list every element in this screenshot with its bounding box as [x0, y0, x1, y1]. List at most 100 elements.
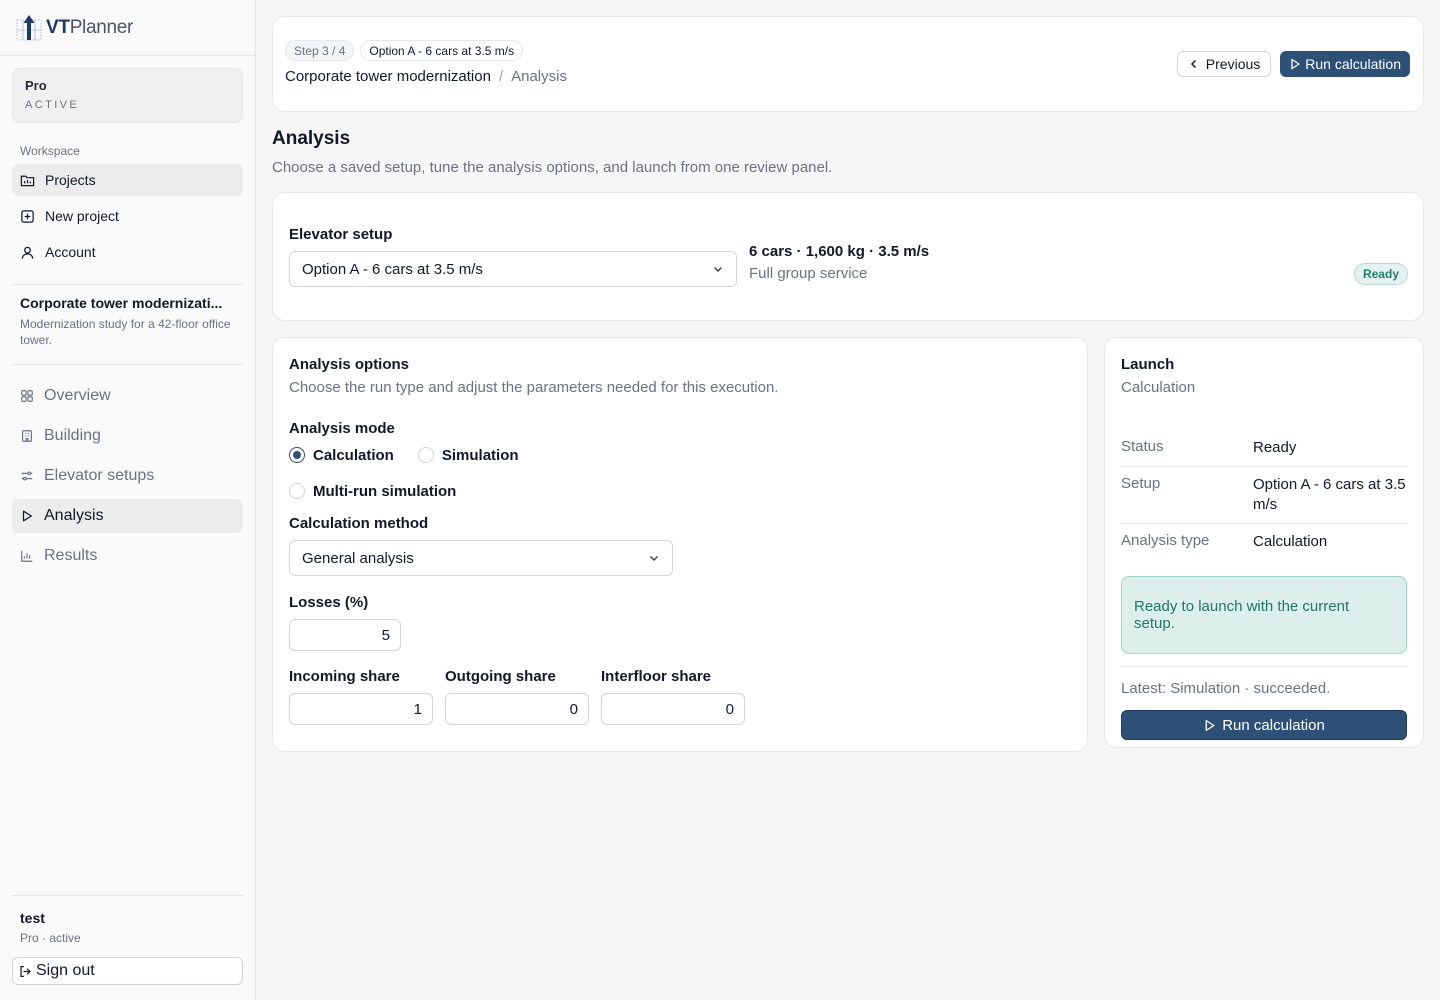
sidebar-item-results[interactable]: Results: [12, 539, 243, 573]
sidebar-item-label: Elevator setups: [44, 467, 155, 484]
summary-row-setup: Setup Option A - 6 cars at 3.5 m/s: [1121, 467, 1407, 524]
logo-vt: VT: [46, 16, 70, 38]
setup-info: 6 cars · 1,600 kg · 3.5 m/s Full group s…: [749, 243, 929, 282]
analysis-options-subtitle: Choose the run type and adjust the param…: [289, 379, 779, 396]
sidebar-item-elevator-setups[interactable]: Elevator setups: [12, 459, 243, 493]
analysis-options-card: Analysis options Choose the run type and…: [272, 337, 1088, 752]
losses-label: Losses (%): [289, 594, 369, 611]
workspace-section-title: Workspace: [20, 144, 80, 158]
grid-icon: [21, 390, 33, 402]
radio-label: Multi-run simulation: [313, 482, 457, 500]
interfloor-share-field: Interfloor share: [601, 668, 745, 725]
plan-name: Pro: [25, 78, 47, 93]
summary-row-analysis-type: Analysis type Calculation: [1121, 524, 1407, 560]
mode-simulation-radio[interactable]: Simulation: [417, 443, 519, 467]
summary-value: Calculation: [1253, 533, 1328, 550]
radio-label: Calculation: [313, 446, 394, 464]
header-run-calculation-button[interactable]: Run calculation: [1280, 51, 1410, 77]
outgoing-share-input[interactable]: [445, 693, 589, 725]
outgoing-share-field: Outgoing share: [445, 668, 589, 725]
play-icon: [1291, 58, 1300, 70]
calculation-method-selected: General analysis: [302, 549, 414, 567]
elevator-setup-select[interactable]: Option A - 6 cars at 3.5 m/s: [289, 251, 737, 287]
radio-dot: [289, 447, 305, 463]
sidebar-item-label: Analysis: [44, 507, 104, 524]
building-icon: [22, 430, 32, 442]
chevron-down-icon: [714, 267, 722, 272]
sidebar-item-analysis[interactable]: Analysis: [12, 499, 243, 533]
latest-run-status: Latest: Simulation · succeeded.: [1121, 666, 1407, 697]
sidebar-item-label: Projects: [45, 172, 96, 188]
summary-key: Analysis type: [1121, 532, 1210, 549]
calculation-method-select[interactable]: General analysis: [289, 540, 673, 576]
user-plan: Pro · active: [20, 931, 81, 945]
page-subtitle: Choose a saved setup, tune the analysis …: [272, 159, 833, 176]
elevator-setup-selected: Option A - 6 cars at 3.5 m/s: [302, 260, 483, 278]
incoming-share-field: Incoming share: [289, 668, 433, 725]
project-description: Modernization study for a 42-floor offic…: [20, 317, 231, 347]
sidebar-item-projects[interactable]: Projects: [12, 164, 243, 196]
sidebar-item-overview[interactable]: Overview: [12, 379, 243, 413]
launch-card: Launch Calculation Status Ready Setup Op…: [1104, 337, 1424, 748]
chevron-left-icon: [1190, 59, 1196, 69]
sign-out-label: Sign out: [36, 962, 95, 979]
breadcrumb-project[interactable]: Corporate tower modernization: [285, 68, 491, 85]
folder-icon: [20, 175, 35, 186]
analysis-mode-label: Analysis mode: [289, 420, 395, 437]
plus-square-icon: [21, 209, 34, 223]
run-calculation-label: Run calculation: [1222, 716, 1325, 734]
incoming-share-input[interactable]: [289, 693, 433, 725]
logo[interactable]: VTPlanner: [0, 0, 255, 56]
interfloor-share-label: Interfloor share: [601, 668, 712, 685]
sidebar-item-new-project[interactable]: New project: [12, 200, 243, 232]
sidebar-item-building[interactable]: Building: [12, 419, 243, 453]
sign-out-button[interactable]: Sign out: [12, 957, 243, 985]
previous-button[interactable]: Previous: [1176, 51, 1272, 77]
analysis-options-title: Analysis options: [289, 356, 410, 373]
sidebar-item-label: Results: [44, 547, 98, 564]
header-actions: Previous Run calculation: [1176, 51, 1410, 77]
status-badge: Ready: [1353, 263, 1408, 285]
logo-icon: [16, 14, 42, 40]
sidebar-item-label: New project: [45, 208, 119, 224]
previous-label: Previous: [1205, 56, 1261, 72]
analysis-mode-group: Calculation Simulation Multi-run simulat…: [289, 443, 529, 515]
summary-value: Option A - 6 cars at 3.5 m/s: [1253, 476, 1406, 513]
sign-out-icon: [20, 965, 31, 977]
mode-multi-run-simulation-radio[interactable]: Multi-run simulation: [289, 479, 456, 503]
sidebar-item-label: Account: [45, 244, 96, 260]
main-content: Step 3 / 4 Option A - 6 cars at 3.5 m/s …: [256, 0, 1440, 1000]
summary-row-status: Status Ready: [1121, 430, 1407, 467]
incoming-share-label: Incoming share: [289, 668, 400, 685]
sidebar-divider: [12, 364, 243, 365]
calculation-method-label: Calculation method: [289, 515, 429, 532]
plan-card: Pro ACTIVE: [12, 68, 243, 123]
breadcrumb-current: Analysis: [511, 68, 567, 85]
run-calculation-button[interactable]: Run calculation: [1121, 710, 1407, 740]
logo-text: VTPlanner: [46, 17, 133, 39]
sidebar-item-label: Building: [44, 427, 101, 444]
sidebar-item-label: Overview: [44, 387, 111, 404]
ready-notice: Ready to launch with the current setup.: [1121, 576, 1407, 654]
sidebar-item-account[interactable]: Account: [12, 236, 243, 268]
play-icon: [22, 510, 32, 522]
step-chip: Step 3 / 4: [285, 40, 355, 61]
launch-summary: Status Ready Setup Option A - 6 cars at …: [1121, 430, 1407, 560]
project-title: Corporate tower modernizati...: [20, 295, 223, 311]
header-card: Step 3 / 4 Option A - 6 cars at 3.5 m/s …: [272, 16, 1424, 112]
breadcrumb-separator: /: [498, 68, 504, 85]
header-run-label: Run calculation: [1305, 56, 1401, 72]
radio-dot: [417, 447, 434, 463]
mode-calculation-radio[interactable]: Calculation: [289, 443, 394, 467]
launch-subtitle: Calculation: [1121, 379, 1196, 396]
losses-input[interactable]: [289, 619, 401, 651]
outgoing-share-label: Outgoing share: [445, 668, 556, 685]
interfloor-share-input[interactable]: [601, 693, 745, 725]
setup-service: Full group service: [749, 265, 868, 282]
option-chip: Option A - 6 cars at 3.5 m/s: [360, 40, 524, 61]
chevron-down-icon: [650, 556, 658, 561]
user-icon: [21, 246, 34, 259]
radio-dot: [289, 483, 305, 499]
setup-spec: 6 cars · 1,600 kg · 3.5 m/s: [749, 243, 930, 260]
launch-title: Launch: [1121, 356, 1175, 373]
